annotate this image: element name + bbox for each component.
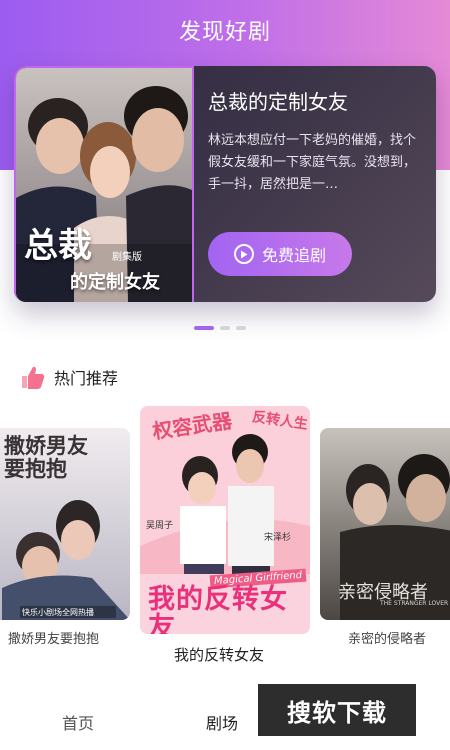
recommendation-card[interactable]: 权容武器 反转人生 吴周子 宋泽杉 Magical Girlfriend 我的反…	[140, 406, 310, 634]
section-header: 热门推荐	[18, 364, 118, 390]
recommendation-card[interactable]: 亲密侵略者 THE STRANGER LOVER	[320, 428, 450, 620]
banner-info: 总裁的定制女友 林远本想应付一下老妈的催婚，找个假女友缓和一下家庭气氛。没想到，…	[208, 88, 420, 196]
recommendation-title: 亲密的侵略者	[348, 632, 427, 647]
nav-theater[interactable]: 剧场	[206, 710, 238, 734]
carousel-dot-active[interactable]	[194, 326, 214, 330]
poster-title-main: 我的反转女友	[148, 584, 288, 635]
watermark-logo: 搜软下载	[258, 684, 416, 736]
poster-subtitle: THE STRANGER LOVER	[380, 600, 449, 607]
recommendation-title: 撒娇男友要抱抱	[8, 632, 100, 647]
carousel-indicator	[194, 326, 246, 330]
featured-banner[interactable]: 总裁 剧集版 的定制女友 总裁的定制女友 林远本想应付一下老妈的催婚，找个假女友…	[14, 66, 436, 302]
free-watch-button[interactable]: 免费追剧	[208, 232, 352, 276]
section-title: 热门推荐	[54, 369, 119, 388]
page-title: 发现好剧	[178, 20, 271, 45]
carousel-dot[interactable]	[220, 326, 230, 330]
poster-cast-1: 吴周子	[146, 521, 174, 531]
banner-poster[interactable]: 总裁 剧集版 的定制女友	[14, 66, 194, 302]
banner-poster-subtitle: 的定制女友	[70, 272, 160, 293]
thumbs-up-icon	[22, 366, 45, 389]
recommendation-card[interactable]: 撒娇男友要抱抱 快乐小剧场全网热播	[0, 428, 130, 620]
banner-description: 林远本想应付一下老妈的催婚，找个假女友缓和一下家庭气氛。没想到，手一抖，居然把是…	[208, 133, 417, 192]
nav-home[interactable]: 首页	[62, 710, 94, 734]
carousel-dot[interactable]	[236, 326, 246, 330]
banner-poster-edition: 剧集版	[112, 252, 142, 263]
play-icon	[233, 244, 254, 264]
poster-title: 撒娇男友要抱抱	[4, 433, 88, 481]
recommendation-title: 我的反转女友	[174, 646, 265, 664]
banner-title: 总裁的定制女友	[208, 90, 348, 114]
poster-cast-2: 宋泽杉	[264, 533, 292, 543]
banner-poster-title: 总裁	[24, 226, 92, 266]
free-watch-label: 免费追剧	[261, 246, 326, 265]
poster-caption: 快乐小剧场全网热播	[22, 608, 94, 617]
